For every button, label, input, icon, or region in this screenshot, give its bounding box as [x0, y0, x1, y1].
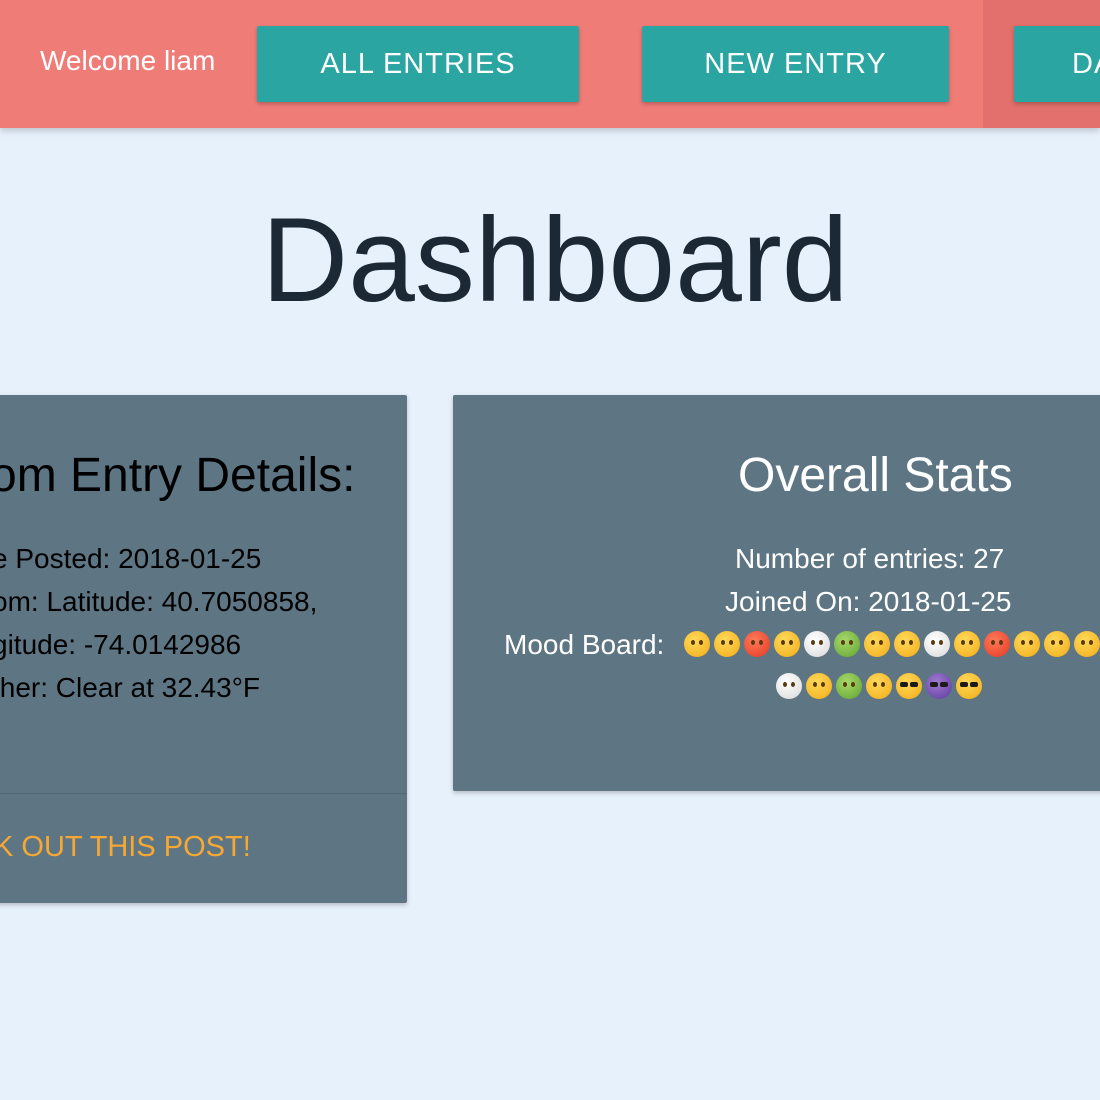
mood-board-row-2: [776, 673, 982, 699]
grinning-face-icon: [864, 631, 890, 657]
clown-face-icon: [804, 631, 830, 657]
hugging-face-icon: [1044, 631, 1070, 657]
overall-stats-title: Overall Stats: [738, 449, 1013, 502]
nauseated-face-icon: [836, 673, 862, 699]
hushed-face-icon: [894, 631, 920, 657]
entry-date-posted: e Posted: 2018-01-25: [0, 543, 262, 574]
astonished-face-icon: [774, 631, 800, 657]
card-divider: [0, 793, 407, 794]
mood-board-row-1: [684, 631, 1100, 657]
top-navbar: Welcome liam ALL ENTRIES NEW ENTRY DA: [0, 0, 1100, 128]
joined-on: Joined On: 2018-01-25: [725, 586, 1012, 617]
page-title: Dashboard: [261, 193, 849, 327]
number-of-entries: Number of entries: 27: [735, 543, 1005, 574]
rofl-face-icon: [1074, 631, 1100, 657]
neutral-face-icon: [684, 631, 710, 657]
flushed-face-icon: [806, 673, 832, 699]
welcome-text: Welcome liam: [40, 45, 216, 76]
grimacing-face-icon: [924, 631, 950, 657]
mood-board-label: Mood Board:: [504, 629, 665, 660]
sunglasses-face-icon: [896, 673, 922, 699]
all-entries-button[interactable]: ALL ENTRIES: [257, 26, 579, 102]
tongue-face-icon: [954, 631, 980, 657]
entry-location-latitude: om: Latitude: 40.7050858,: [0, 586, 318, 617]
devil-face-icon: [744, 631, 770, 657]
sunglasses-face-icon: [956, 673, 982, 699]
crying-face-icon: [866, 673, 892, 699]
dashboard-page: Welcome liam ALL ENTRIES NEW ENTRY DA Da…: [0, 0, 1100, 1100]
new-entry-button[interactable]: NEW ENTRY: [642, 26, 949, 102]
random-entry-title: om Entry Details:: [0, 449, 356, 502]
imp-face-icon: [926, 673, 952, 699]
tongue-face-icon: [1014, 631, 1040, 657]
check-out-post-link[interactable]: K OUT THIS POST!: [0, 830, 251, 864]
money-mouth-face-icon: [834, 631, 860, 657]
angry-face-icon: [984, 631, 1010, 657]
entry-weather: ther: Clear at 32.43°F: [0, 672, 260, 703]
clown-face-icon: [776, 673, 802, 699]
entry-location-longitude: gitude: -74.0142986: [0, 629, 242, 660]
dashboard-button[interactable]: DA: [1014, 26, 1100, 102]
nerd-face-icon: [714, 631, 740, 657]
